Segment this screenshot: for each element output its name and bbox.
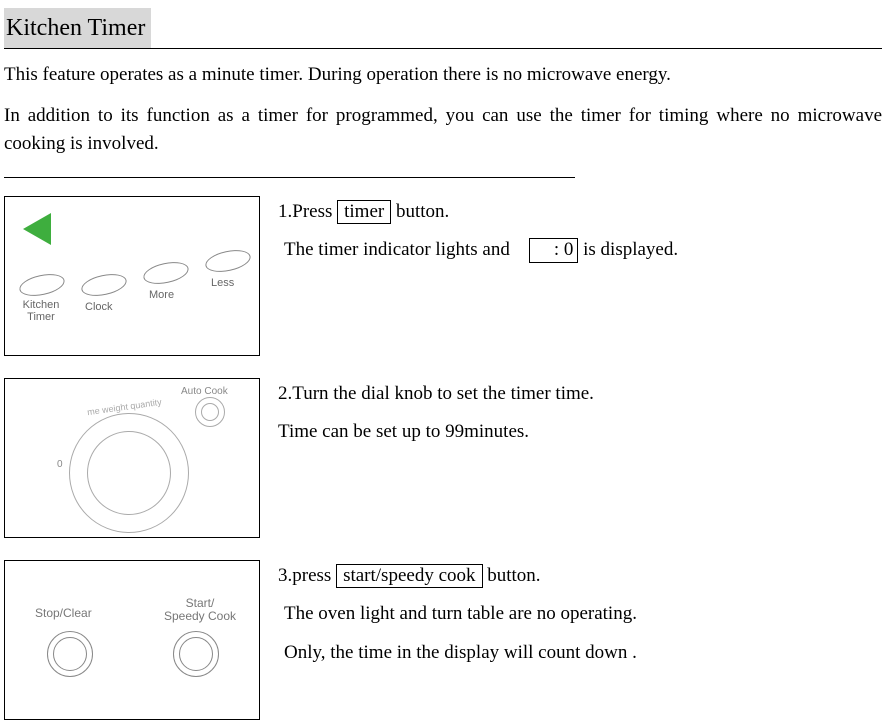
step3-line1: 3.press start/speedy cook button.: [278, 562, 882, 591]
figure-control-panel: Kitchen Timer Clock More Less: [4, 196, 260, 356]
step3-line3: Only, the time in the display will count…: [278, 639, 882, 668]
intro-paragraph-2: In addition to its function as a timer f…: [4, 102, 882, 159]
stop-clear-button-icon: [47, 631, 93, 677]
start-speedy-button-box: start/speedy cook: [336, 564, 482, 589]
kitchen-timer-oval-icon: [17, 270, 66, 299]
timer-button-box: timer: [337, 200, 391, 225]
auto-cook-button-inner-icon: [201, 403, 219, 421]
start-button-icon: [173, 631, 219, 677]
page-title: Kitchen Timer: [4, 8, 151, 48]
step1-line2: The timer indicator lights and : 0 is di…: [278, 236, 882, 265]
auto-cook-label: Auto Cook: [181, 384, 228, 399]
section-divider: [4, 177, 575, 178]
stop-clear-inner-icon: [53, 637, 87, 671]
step-3: Stop/Clear Start/ Speedy Cook 3.press st…: [4, 560, 882, 720]
clock-oval-icon: [79, 270, 128, 299]
figure-start-stop: Stop/Clear Start/ Speedy Cook: [4, 560, 260, 720]
step-1: Kitchen Timer Clock More Less 1.Press ti…: [4, 196, 882, 356]
display-value-box: : 0: [529, 238, 579, 263]
step3-line2: The oven light and turn table are no ope…: [278, 600, 882, 629]
clock-label: Clock: [85, 301, 113, 313]
pointer-icon: [23, 213, 51, 245]
stop-clear-label: Stop/Clear: [35, 607, 92, 620]
step2-line2: Time can be set up to 99minutes.: [278, 418, 882, 447]
step2-line1: 2.Turn the dial knob to set the timer ti…: [278, 380, 882, 409]
less-oval-icon: [203, 246, 252, 275]
dial-inner-icon: [87, 431, 171, 515]
start-inner-icon: [179, 637, 213, 671]
less-label: Less: [211, 277, 234, 289]
figure-dial: Auto Cook me weight quantity 0: [4, 378, 260, 538]
kitchen-timer-label: Kitchen Timer: [15, 299, 67, 323]
intro-paragraph-1: This feature operates as a minute timer.…: [4, 61, 882, 90]
dial-zero-label: 0: [57, 457, 63, 472]
step-2: Auto Cook me weight quantity 0 2.Turn th…: [4, 378, 882, 538]
step1-line1: 1.Press timer button.: [278, 198, 882, 227]
start-speedy-label: Start/ Speedy Cook: [155, 597, 245, 623]
more-label: More: [149, 289, 174, 301]
more-oval-icon: [141, 258, 190, 287]
